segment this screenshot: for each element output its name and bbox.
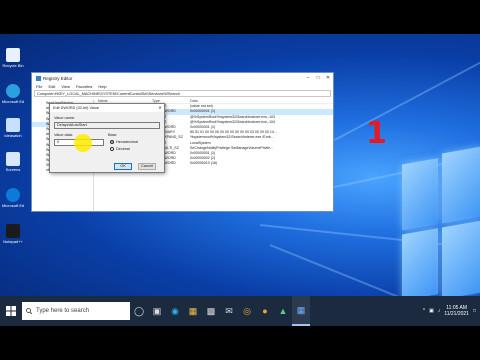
value-data-label: Value data: bbox=[54, 133, 73, 137]
value-name-label: Value name: bbox=[54, 116, 76, 120]
notification-icon[interactable]: □ bbox=[473, 308, 476, 314]
window-title: Registry Editor bbox=[43, 75, 73, 81]
ok-button[interactable]: OK bbox=[114, 163, 132, 170]
base-label: Base bbox=[108, 133, 117, 137]
file-explorer-icon[interactable]: ▦ bbox=[184, 296, 202, 326]
desktop-icon-recycle-bin[interactable]: Recycle Bin bbox=[2, 48, 24, 68]
value-name-field: DelayedAutoStart bbox=[54, 122, 160, 129]
edit-dword-dialog[interactable]: Edit DWORD (32-bit) Value ✕ Value name: … bbox=[49, 103, 165, 173]
step-annotation: 1 bbox=[366, 116, 387, 151]
close-button[interactable]: ✕ bbox=[323, 75, 333, 81]
clock[interactable]: 11:05 AM 11/21/2021 bbox=[444, 305, 469, 317]
screens-icon bbox=[6, 152, 20, 166]
desktop-icon-edge[interactable]: Microsoft Edge bbox=[2, 84, 24, 104]
registry-icon bbox=[36, 75, 41, 81]
address-bar[interactable]: Computer\HKEY_LOCAL_MACHINE\SYSTEM\Curre… bbox=[34, 90, 331, 97]
desktop-icon-ideasatch[interactable]: Ideasatch bbox=[2, 118, 24, 138]
edge-taskbar-icon[interactable]: ◉ bbox=[166, 296, 184, 326]
menu-edit[interactable]: Edit bbox=[48, 84, 55, 89]
dialog-close-button[interactable]: ✕ bbox=[156, 104, 164, 112]
volume-icon[interactable]: ♪ bbox=[438, 308, 441, 314]
chevron-up-icon[interactable]: ^ bbox=[423, 308, 425, 314]
registry-editor-taskbar-icon[interactable]: ▦ bbox=[292, 296, 310, 326]
radio-label: Decimal bbox=[116, 147, 130, 151]
cursor-highlight bbox=[74, 134, 92, 152]
cancel-button[interactable]: Cancel bbox=[138, 163, 156, 170]
desktop-icon-notepad[interactable]: Notepad++ bbox=[2, 224, 24, 244]
menu-view[interactable]: View bbox=[61, 84, 70, 89]
recycle-bin-icon bbox=[6, 48, 20, 62]
value-data: 0x00000010 (16) bbox=[190, 161, 218, 166]
desktop-icon-screens[interactable]: Screens bbox=[2, 152, 24, 172]
task-switch-icon[interactable]: ▣ bbox=[148, 296, 166, 326]
edge-icon bbox=[6, 84, 20, 98]
photos-icon[interactable]: ● bbox=[256, 296, 274, 326]
system-tray: ^ ▣ ♪ 11:05 AM 11/21/2021 □ bbox=[423, 305, 480, 317]
column-data[interactable]: Data bbox=[190, 99, 333, 103]
radio-label: Hexadecimal bbox=[116, 140, 138, 144]
maximize-button[interactable]: □ bbox=[313, 75, 323, 81]
network-icon[interactable]: ▣ bbox=[429, 308, 434, 314]
menu-favorites[interactable]: Favorites bbox=[76, 84, 92, 89]
search-icon bbox=[26, 308, 32, 314]
screen: 1 Recycle Bin Microsoft Edge Ideasatch S… bbox=[0, 0, 480, 360]
mail-icon[interactable]: ✉ bbox=[220, 296, 238, 326]
app-icon bbox=[6, 118, 20, 132]
dialog-titlebar[interactable]: Edit DWORD (32-bit) Value ✕ bbox=[50, 104, 164, 112]
taskbar: Type here to search ◯ ▣ ◉ ▦ ▩ ✉ ◎ ● ▲ ▦ … bbox=[0, 296, 480, 326]
task-view-icon[interactable]: ◯ bbox=[130, 296, 148, 326]
menu-help[interactable]: Help bbox=[98, 84, 106, 89]
dialog-title: Edit DWORD (32-bit) Value bbox=[53, 106, 99, 110]
start-button[interactable] bbox=[0, 296, 22, 326]
search-placeholder: Type here to search bbox=[36, 308, 90, 314]
taskbar-search[interactable]: Type here to search bbox=[22, 302, 130, 320]
menu-file[interactable]: File bbox=[36, 84, 42, 89]
radio-hexadecimal[interactable]: Hexadecimal bbox=[110, 140, 138, 144]
notepad-icon bbox=[6, 224, 20, 238]
radio-dot bbox=[110, 147, 114, 151]
windows-start-icon bbox=[6, 306, 16, 316]
edge-icon bbox=[6, 188, 20, 202]
radio-decimal[interactable]: Decimal bbox=[110, 147, 130, 151]
clock-date: 11/21/2021 bbox=[444, 311, 469, 317]
chrome-icon[interactable]: ◎ bbox=[238, 296, 256, 326]
menu-bar: File Edit View Favorites Help bbox=[32, 83, 333, 90]
window-titlebar[interactable]: Registry Editor – □ ✕ bbox=[32, 73, 333, 83]
app-icon[interactable]: ▲ bbox=[274, 296, 292, 326]
store-icon[interactable]: ▩ bbox=[202, 296, 220, 326]
windows-logo-wallpaper bbox=[398, 146, 480, 296]
minimize-button[interactable]: – bbox=[303, 75, 313, 81]
desktop-icon-edge-2[interactable]: Microsoft Edge bbox=[2, 188, 24, 208]
radio-dot bbox=[110, 140, 114, 144]
